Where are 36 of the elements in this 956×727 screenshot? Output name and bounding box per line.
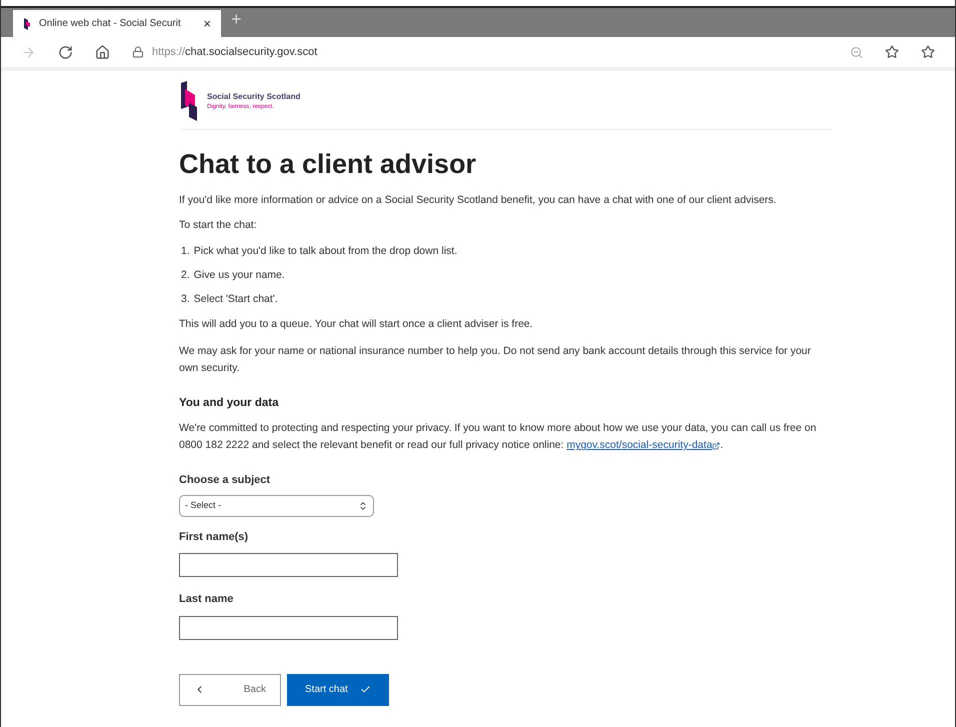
tab-title: Online web chat - Social Securit [39, 17, 182, 31]
back-button[interactable]: Back [179, 674, 281, 706]
refresh-icon[interactable] [58, 44, 73, 60]
security-note: We may ask for your name or national insurance number to help you. Do not send any bank account details through this service for your own security. [179, 344, 812, 376]
step-text: Pick what you'd like to talk about from the drop down list. [194, 244, 458, 259]
tab-favicon-icon [23, 16, 31, 30]
external-link-icon [712, 442, 720, 450]
page-heading: Chat to a client advisor [179, 148, 478, 181]
favorite-icon[interactable] [885, 45, 899, 59]
browser-tab[interactable]: Online web chat - Social Securit × [13, 10, 221, 37]
privacy-link[interactable]: mygov.scot/social-security-data [566, 437, 720, 454]
address-bar[interactable]: https://chat.socialsecurity.gov.scot [152, 44, 318, 60]
intro-text: If you'd like more information or advice on a Social Security Scotland benefit, you can have a chat with one of our client advisers. [179, 192, 778, 208]
tab-close-button[interactable]: × [203, 14, 211, 34]
subject-select[interactable]: - Select - [179, 494, 374, 517]
step-text: Select 'Start chat'. [194, 292, 278, 306]
step-number: 1. [181, 244, 190, 259]
logo-name: Social Security Scotland [207, 90, 300, 102]
first-name-label: First name(s) [179, 530, 250, 545]
lock-icon [132, 46, 144, 58]
last-name-field[interactable] [179, 616, 398, 640]
select-arrows-icon [358, 500, 368, 511]
favorites-list-icon[interactable] [921, 45, 935, 59]
logo-icon [179, 81, 199, 121]
queue-note: This will add you to a queue. Your chat will start once a client adviser is free. [179, 317, 534, 332]
subject-label: Choose a subject [179, 473, 272, 488]
step-number: 2. [181, 268, 190, 283]
last-name-label: Last name [179, 592, 234, 608]
steps-intro: To start the chat: [179, 218, 258, 234]
data-heading: You and your data [179, 396, 280, 411]
step-text: Give us your name. [194, 268, 285, 283]
start-chat-button[interactable]: Start chat [287, 674, 389, 706]
first-name-field[interactable] [179, 553, 398, 578]
privacy-text: We're committed to protecting and respecting your privacy. If you want to know more about how we use your data, you can call us free on 0800 182 2222 and select the relevant benefit or read our full privacy notice online: mygov.scot/social-security-data . [179, 420, 831, 454]
home-icon[interactable] [95, 44, 110, 60]
step-number: 3. [181, 292, 190, 306]
